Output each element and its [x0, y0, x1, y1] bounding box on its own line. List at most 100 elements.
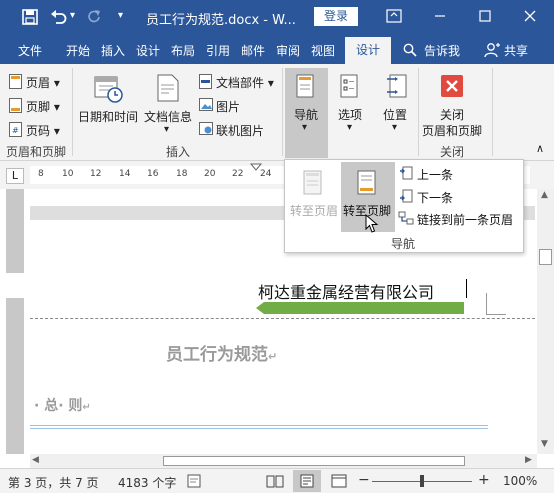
redo-icon — [88, 10, 100, 23]
close-window-button[interactable] — [515, 4, 545, 28]
ruler-tick: 14 — [119, 169, 131, 179]
undo-dropdown-icon[interactable]: ▾ — [70, 10, 75, 21]
link-to-previous-button[interactable]: 链接到前一条页眉 — [417, 211, 513, 228]
ribbon-separator — [418, 68, 419, 156]
nav-group-label: 导航 — [391, 237, 416, 251]
tab-references[interactable]: 引用 — [206, 42, 230, 59]
options-dropdown-icon[interactable]: ▾ — [347, 122, 352, 133]
annotation-arrow — [256, 302, 464, 314]
maximize-button[interactable] — [470, 4, 500, 28]
page-number-button[interactable]: 页码 ▾ — [26, 122, 60, 139]
next-button[interactable]: 下一条 — [417, 189, 453, 206]
section-rule — [30, 425, 488, 429]
tab-review[interactable]: 审阅 — [276, 42, 300, 59]
position-dropdown-icon[interactable]: ▾ — [392, 122, 397, 133]
h-scroll-thumb[interactable] — [163, 456, 465, 466]
document-info-button[interactable]: 文档信息 — [144, 108, 192, 125]
tab-design[interactable]: 设计 — [136, 42, 160, 59]
customize-qat-icon[interactable]: ▾ — [118, 10, 123, 21]
mouse-pointer-icon — [365, 214, 379, 233]
ribbon: 页眉 ▾ 页脚 ▾ # 页码 ▾ 页眉和页脚 日期和时间 文档信息 ▾ 文档部件… — [0, 64, 554, 161]
zoom-in-button[interactable]: + — [478, 472, 490, 488]
print-layout-icon — [300, 474, 314, 488]
ruler-tick: 16 — [147, 169, 159, 179]
zoom-slider-thumb[interactable] — [420, 475, 424, 487]
navigation-dropdown-icon: ▾ — [302, 122, 308, 133]
vertical-ruler[interactable] — [6, 189, 24, 454]
tab-layout[interactable]: 布局 — [171, 42, 195, 59]
previous-button[interactable]: 上一条 — [417, 166, 453, 183]
document-title: 员工行为规范.docx - W... — [146, 13, 296, 28]
date-time-button[interactable]: 日期和时间 — [78, 108, 138, 125]
document-info-dropdown-icon[interactable]: ▾ — [164, 124, 169, 135]
document-parts-button[interactable]: 文档部件 ▾ — [216, 74, 274, 91]
indent-marker-icon[interactable] — [250, 163, 262, 171]
ribbon-separator — [492, 68, 493, 156]
scroll-left-icon[interactable]: ◀ — [32, 455, 39, 465]
document-title[interactable]: 员工行为规范↵ — [166, 340, 277, 365]
tab-selector[interactable]: L — [6, 168, 24, 184]
word-count[interactable]: 4183 个字 — [118, 474, 176, 491]
tab-home[interactable]: 开始 — [66, 42, 90, 59]
collapse-ribbon-icon[interactable]: ∧ — [536, 142, 544, 155]
tab-file[interactable]: 文件 — [18, 42, 42, 59]
zoom-level[interactable]: 100% — [503, 474, 537, 488]
ruler-tick: 12 — [90, 169, 102, 179]
header-text[interactable]: 柯达重金属经营有限公司 — [258, 279, 434, 303]
text-cursor — [466, 279, 467, 298]
scroll-up-icon[interactable]: ▲ — [541, 190, 548, 200]
header-icon — [9, 74, 22, 89]
web-layout-icon[interactable] — [331, 474, 347, 488]
footer-button[interactable]: 页脚 ▾ — [26, 98, 60, 115]
picture-icon — [199, 98, 213, 111]
options-button[interactable]: 选项 — [338, 106, 362, 123]
footer-icon — [9, 98, 22, 113]
tell-me-search[interactable]: 告诉我 — [424, 42, 460, 59]
header-boundary — [30, 318, 535, 319]
online-picture-button[interactable]: 联机图片 — [216, 122, 264, 139]
horizontal-scrollbar[interactable]: ◀ ▶ — [30, 454, 537, 468]
group-insert-label: 插入 — [166, 145, 191, 159]
ribbon-tabs: 文件 开始 插入 设计 布局 引用 邮件 审阅 视图 设计 告诉我 共享 — [0, 34, 554, 64]
online-picture-icon — [199, 122, 213, 135]
document-parts-icon — [199, 74, 212, 89]
minimize-button[interactable] — [425, 4, 455, 28]
proofing-icon[interactable] — [187, 474, 203, 488]
close-button-label-2[interactable]: 页眉和页脚 — [422, 122, 482, 139]
section-heading[interactable]: · 总· 则↵ — [34, 395, 91, 415]
save-icon[interactable] — [22, 9, 38, 25]
tab-header-footer-design[interactable]: 设计 — [345, 37, 391, 64]
group-close-label: 关闭 — [440, 145, 465, 159]
ruler-tick: 20 — [204, 169, 216, 179]
position-icon — [387, 74, 407, 98]
login-button[interactable]: 登录 — [314, 7, 358, 26]
print-layout-button[interactable] — [293, 470, 321, 492]
vertical-scrollbar[interactable]: ▲ ▼ — [537, 189, 554, 454]
tab-mailings[interactable]: 邮件 — [241, 42, 265, 59]
link-to-previous-icon — [398, 211, 414, 225]
zoom-out-button[interactable]: − — [358, 472, 370, 488]
status-bar: 第 3 页，共 7 页 4183 个字 − + 100% — [0, 468, 554, 493]
undo-icon[interactable] — [50, 9, 68, 25]
share-button[interactable]: 共享 — [504, 42, 528, 59]
tab-insert[interactable]: 插入 — [101, 42, 125, 59]
navigation-icon — [296, 74, 314, 98]
group-header-footer-label: 页眉和页脚 — [6, 145, 67, 159]
ribbon-display-options-icon[interactable] — [379, 4, 409, 28]
navigation-dropdown-panel: 转至页眉 转至页脚 上一条 下一条 链接到前一条页眉 导航 — [284, 159, 524, 253]
picture-button[interactable]: 图片 — [216, 98, 240, 115]
scroll-thumb[interactable] — [539, 249, 552, 265]
goto-header-icon — [303, 170, 322, 195]
page-indicator[interactable]: 第 3 页，共 7 页 — [8, 474, 99, 491]
scroll-down-icon[interactable]: ▼ — [541, 439, 548, 449]
read-mode-icon[interactable] — [266, 474, 284, 488]
position-button[interactable]: 位置 — [383, 106, 407, 123]
calendar-clock-icon — [94, 76, 123, 103]
close-button-label-1[interactable]: 关闭 — [440, 106, 464, 123]
tab-view[interactable]: 视图 — [311, 42, 335, 59]
header-button[interactable]: 页眉 ▾ — [26, 74, 60, 91]
header-corner-mark — [486, 293, 506, 315]
goto-footer-icon — [357, 170, 376, 195]
scroll-right-icon[interactable]: ▶ — [525, 455, 532, 465]
page-number-icon: # — [9, 122, 22, 137]
